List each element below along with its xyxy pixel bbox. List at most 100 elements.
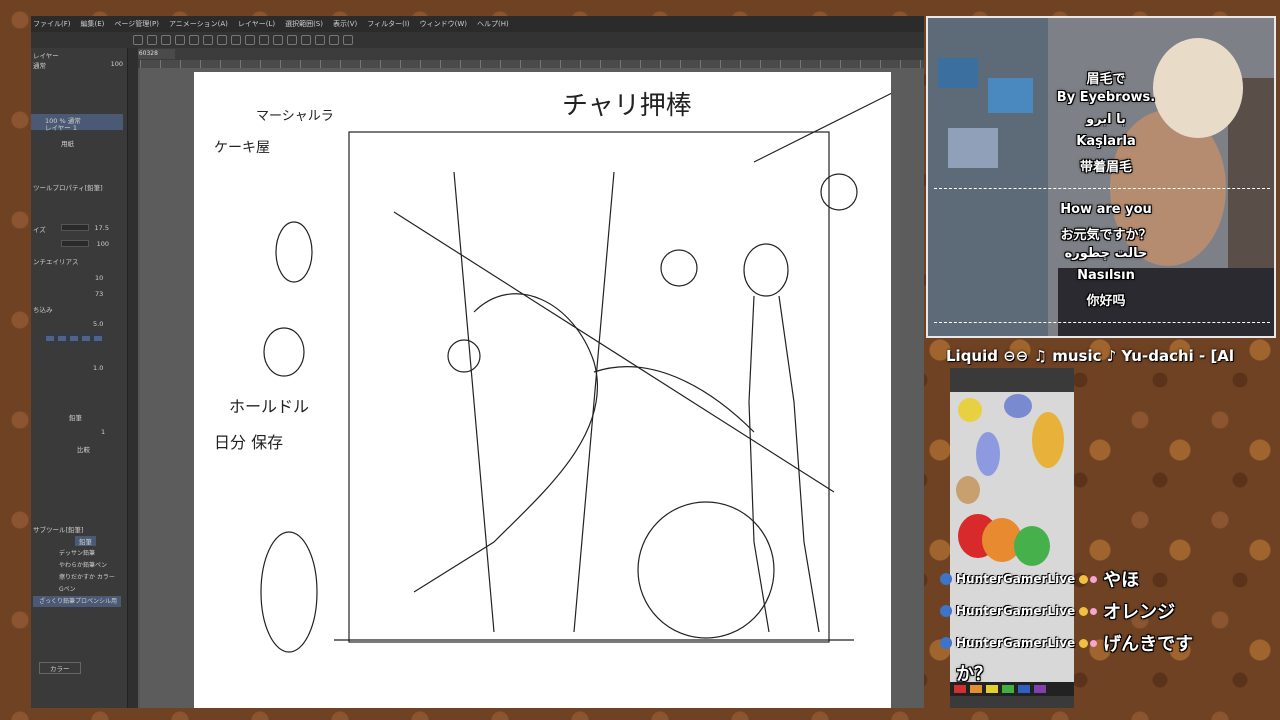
sketch-shape — [263, 327, 305, 377]
select-icon[interactable] — [259, 35, 269, 45]
menu-bar: ファイル(F) 編集(E) ページ管理(P) アニメーション(A) レイヤー(L… — [31, 16, 924, 32]
pattern-chip[interactable] — [93, 335, 103, 342]
menu-edit[interactable]: 編集(E) — [81, 19, 105, 29]
density-value[interactable]: 100 — [89, 240, 109, 248]
layer-sub: レイヤー 1 — [45, 124, 78, 132]
chat-overlay: HunterGamerLive やほ HunterGamerLive オレンジ … — [940, 562, 1240, 692]
pattern-chip[interactable] — [81, 335, 91, 342]
caption-line: By Eyebrows. — [1056, 90, 1156, 105]
chat-message: HunterGamerLive げんきです — [940, 632, 1194, 655]
menu-window[interactable]: ウィンドウ(W) — [420, 19, 467, 29]
chat-message: HunterGamerLive やほ — [940, 568, 1140, 591]
save-icon[interactable] — [161, 35, 171, 45]
brush-name: やわらか鉛筆ペン — [59, 562, 108, 569]
transform-icon[interactable] — [231, 35, 241, 45]
badge-icon — [1079, 606, 1089, 616]
menu-file[interactable]: ファイル(F) — [33, 19, 71, 29]
combine-mode[interactable]: 比較 — [77, 444, 90, 454]
open-icon[interactable] — [147, 35, 157, 45]
sketch-shape — [260, 531, 318, 653]
caption-line: Nasılsın — [1077, 268, 1135, 283]
pattern-chip[interactable] — [57, 335, 67, 342]
brush-name: デッサン鉛筆 — [59, 550, 96, 557]
sub-tool-header: サブツール[鉛筆] — [33, 526, 84, 534]
chat-message: HunterGamerLive オレンジ — [940, 600, 1175, 623]
chat-text: やほ — [1103, 570, 1140, 591]
tool-property-header: ツールプロパティ[鉛筆] — [33, 184, 103, 192]
sub-tool-tab[interactable]: 鉛筆 — [75, 536, 96, 546]
badge-icon — [1090, 607, 1098, 615]
brush-item[interactable]: Gペン — [33, 584, 121, 595]
pressure-label[interactable]: 鉛筆 — [69, 412, 82, 422]
pattern-chip[interactable] — [45, 335, 55, 342]
menu-page[interactable]: ページ管理(P) — [114, 19, 159, 29]
badge-icon — [1079, 638, 1089, 648]
invert-icon[interactable] — [287, 35, 297, 45]
deselect-icon[interactable] — [273, 35, 283, 45]
menu-filter[interactable]: フィルター(I) — [367, 19, 409, 29]
settings-icon[interactable] — [203, 35, 213, 45]
caption-divider — [934, 188, 1270, 189]
brush-item[interactable]: デッサン鉛筆 — [33, 548, 121, 559]
new-icon[interactable] — [133, 35, 143, 45]
chat-message-continuation: か？ — [956, 662, 992, 685]
sketch-shape — [275, 221, 313, 283]
sketch-body — [748, 295, 820, 633]
sketch-note: ホールドル — [229, 397, 309, 416]
redo-icon[interactable] — [189, 35, 199, 45]
pattern-chip[interactable] — [69, 335, 79, 342]
sketch-canvas[interactable]: チャリ押棒 マーシャルラ ケーキ屋 ホールドル 日分 保存 — [194, 72, 895, 708]
menu-selection[interactable]: 選択範囲(S) — [285, 19, 323, 29]
brush-name: ざっくり鉛筆プロペンシル用 — [39, 598, 118, 605]
value-5[interactable]: 1 — [101, 428, 105, 436]
badge-icon — [1090, 575, 1098, 583]
sketch-eye — [660, 249, 698, 287]
density-slider[interactable] — [61, 240, 89, 247]
edit-icon[interactable] — [329, 35, 339, 45]
chat-text: げんきです — [1103, 634, 1194, 655]
value-1[interactable]: 10 — [95, 274, 103, 282]
undo-icon[interactable] — [175, 35, 185, 45]
command-bar — [31, 32, 924, 48]
menu-view[interactable]: 表示(V) — [333, 19, 357, 29]
sketch-frame — [348, 131, 830, 643]
left-panel: レイヤー 通常 100 100 % 通常 レイヤー 1 用紙 ツールプロパティ[… — [31, 48, 128, 708]
sketch-note: マーシャルラ — [256, 109, 334, 124]
opacity-value[interactable]: 100 — [103, 60, 123, 68]
value-2[interactable]: 73 — [95, 290, 103, 298]
canvas-area[interactable]: チャリ押棒 マーシャルラ ケーキ屋 ホールドル 日分 保存 — [140, 68, 924, 708]
avatar — [940, 573, 952, 585]
menu-layer[interactable]: レイヤー(L) — [238, 19, 275, 29]
brush-item[interactable]: やわらか鉛筆ペン — [33, 560, 121, 571]
now-playing-ticker: Liquid ⊖⊖ ♫ music ♪ Yu-dachi - [Al — [946, 347, 1235, 365]
caption-line: 带着眉毛 — [1079, 160, 1132, 175]
color-mode-select[interactable]: カラー — [39, 662, 81, 674]
brush-size-slider[interactable] — [61, 224, 89, 231]
badge-icon — [1079, 574, 1089, 584]
check-all-icon[interactable] — [315, 35, 325, 45]
sketch-lines — [393, 91, 895, 633]
menu-animation[interactable]: アニメーション(A) — [169, 19, 228, 29]
menu-help[interactable]: ヘルプ(H) — [477, 19, 509, 29]
chat-text: か？ — [956, 664, 992, 685]
check-icon[interactable] — [301, 35, 311, 45]
sketch-curve — [413, 293, 599, 593]
brush-item[interactable]: 擦りだかすか カラー — [33, 572, 121, 583]
tool-strip — [128, 48, 138, 708]
layer-panel-header: レイヤー — [33, 52, 59, 60]
brush-item-selected[interactable]: ざっくり鉛筆プロペンシル用 — [33, 596, 121, 607]
blend-mode-select[interactable]: 通常 — [33, 60, 46, 70]
avatar — [940, 605, 952, 617]
badge-icon — [1090, 639, 1098, 647]
paper-layer-name[interactable]: 用紙 — [61, 138, 74, 148]
chat-username: HunterGamerLive — [956, 572, 1076, 586]
brush-size-value[interactable]: 17.5 — [89, 224, 109, 232]
caption-line: How are you — [1060, 202, 1152, 217]
value-3[interactable]: 5.0 — [93, 320, 103, 328]
help-icon[interactable] — [343, 35, 353, 45]
caption-line: با ابرو — [1086, 112, 1126, 127]
crop-icon[interactable] — [245, 35, 255, 45]
fill-icon[interactable] — [217, 35, 227, 45]
value-4[interactable]: 1.0 — [93, 364, 103, 372]
caption-line: حالت چطوره — [1064, 246, 1148, 261]
